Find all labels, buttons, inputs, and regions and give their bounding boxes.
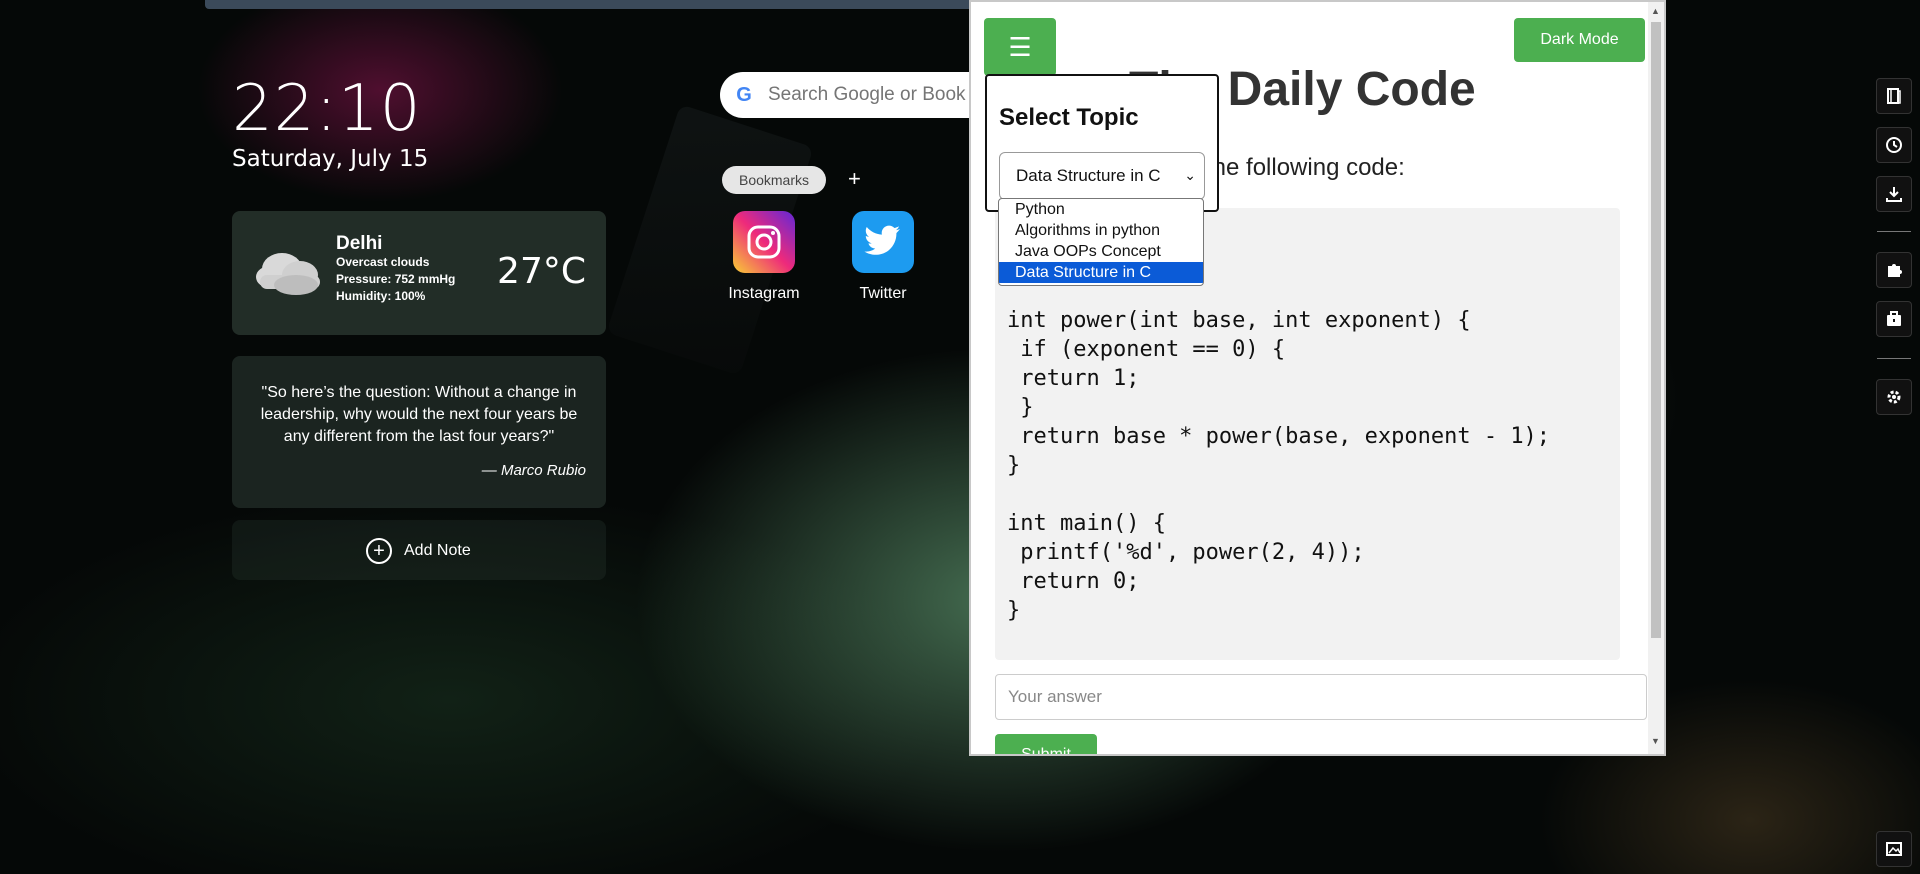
topic-selected-value: Data Structure in C <box>1016 166 1161 185</box>
briefcase-icon[interactable] <box>1876 301 1912 337</box>
extension-icon[interactable] <box>1876 252 1912 288</box>
topic-option[interactable]: Python <box>999 199 1203 220</box>
cloud-icon <box>256 253 320 295</box>
answer-input[interactable]: Your answer <box>995 674 1647 720</box>
settings-icon[interactable] <box>1876 379 1912 415</box>
weather-pressure: Pressure: 752 mmHg <box>336 272 456 286</box>
bookmark-label: Instagram <box>728 285 800 302</box>
weather-condition: Overcast clouds <box>336 255 430 269</box>
scroll-down-icon[interactable]: ▼ <box>1651 736 1660 746</box>
select-topic-panel: Select Topic Data Structure in C ⌄ <box>985 74 1219 212</box>
sidebar-divider <box>1877 231 1911 232</box>
bookmarks-pill[interactable]: Bookmarks <box>722 166 826 194</box>
topic-select[interactable]: Data Structure in C ⌄ <box>999 152 1205 200</box>
wallpaper-icon[interactable] <box>1876 831 1912 867</box>
clock-time: 22:10 <box>232 72 422 146</box>
add-bookmark-button[interactable]: + <box>848 166 861 192</box>
submit-button[interactable]: Submit <box>995 734 1097 754</box>
plus-circle-icon: + <box>366 538 392 564</box>
menu-button[interactable]: ☰ <box>984 18 1056 76</box>
instagram-icon <box>733 211 795 273</box>
weather-city: Delhi <box>336 233 383 254</box>
download-icon[interactable] <box>1876 176 1912 212</box>
bookmark-tile-twitter[interactable]: Twitter <box>833 211 933 303</box>
quote-widget: "So here’s the question: Without a chang… <box>232 356 606 508</box>
scroll-thumb[interactable] <box>1651 22 1661 638</box>
topic-dropdown-list: Python Algorithms in python Java OOPs Conc… <box>998 198 1204 286</box>
topic-option[interactable]: Java OOPs Concept <box>999 241 1203 262</box>
bookmarks-icon[interactable] <box>1876 78 1912 114</box>
popup-scrollbar[interactable]: ▲ ▼ <box>1648 2 1664 754</box>
bookmark-tile-instagram[interactable]: Instagram <box>714 211 814 303</box>
search-bar[interactable]: G <box>720 72 970 118</box>
code-text: .h> int power(int base, int exponent) { … <box>1007 250 1551 623</box>
clock-date: Saturday, July 15 <box>232 146 429 172</box>
weather-humidity: Humidity: 100% <box>336 289 426 303</box>
search-input[interactable] <box>768 84 968 106</box>
add-note-button[interactable]: + Add Note <box>366 538 471 564</box>
add-note-label: Add Note <box>404 542 471 559</box>
chevron-down-icon: ⌄ <box>1184 167 1196 183</box>
topic-option[interactable]: Data Structure in C <box>999 262 1203 283</box>
scroll-up-icon[interactable]: ▲ <box>1651 6 1660 16</box>
quote-author: — Marco Rubio <box>481 462 586 479</box>
weather-temperature: 27°C <box>497 251 586 292</box>
sidebar-divider <box>1877 358 1911 359</box>
question-prompt: the following code: <box>1206 154 1405 181</box>
daily-code-popup: ☰ Dark Mode The Daily Code the following… <box>969 0 1666 756</box>
quote-text: "So here’s the question: Without a chang… <box>260 384 578 445</box>
google-icon: G <box>736 83 752 106</box>
history-icon[interactable] <box>1876 127 1912 163</box>
topic-title: Select Topic <box>999 104 1139 131</box>
bookmark-label: Twitter <box>859 285 907 302</box>
twitter-icon <box>852 211 914 273</box>
dark-mode-button[interactable]: Dark Mode <box>1514 18 1645 62</box>
weather-widget: Delhi Overcast clouds Pressure: 752 mmHg… <box>232 211 606 335</box>
topic-option[interactable]: Algorithms in python <box>999 220 1203 241</box>
divider-line <box>1216 754 1472 756</box>
